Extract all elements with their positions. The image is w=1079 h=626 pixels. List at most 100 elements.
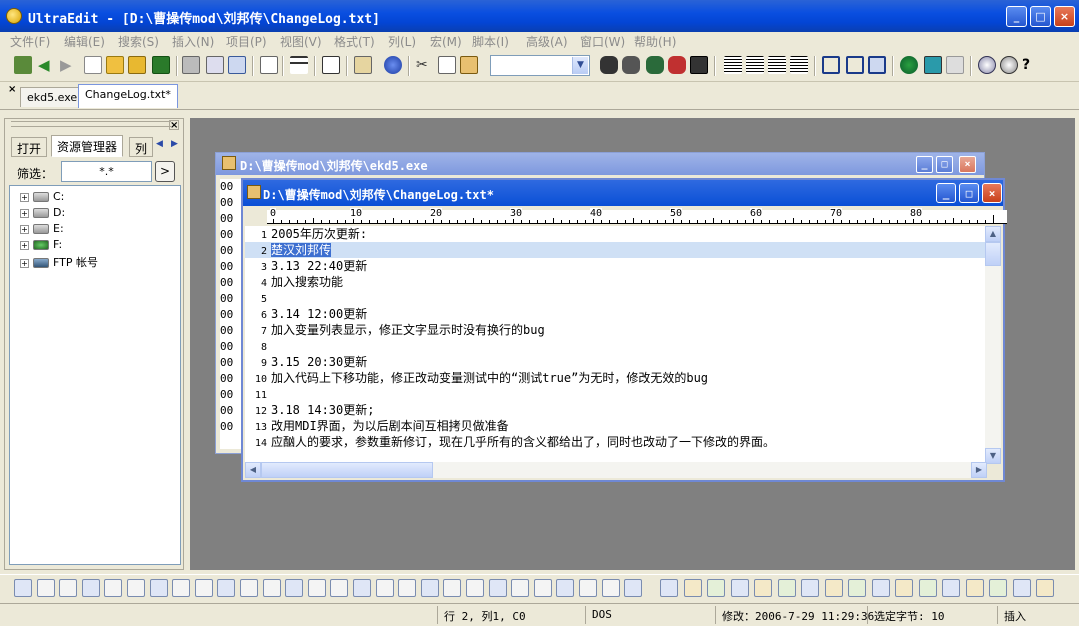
word-wrap-icon[interactable]	[290, 56, 308, 74]
text-line[interactable]: 2 楚汉刘邦传	[245, 242, 985, 258]
copy-table-icon[interactable]	[683, 579, 702, 597]
validate-icon[interactable]	[707, 579, 725, 597]
radio-icon[interactable]	[466, 579, 484, 597]
export-icon[interactable]	[228, 56, 246, 74]
clock-icon[interactable]	[754, 579, 772, 597]
menu-edit[interactable]: 编辑(E)	[64, 33, 105, 50]
text-line[interactable]: 8	[245, 338, 985, 354]
textarea-icon[interactable]	[375, 579, 394, 597]
help-search-icon[interactable]	[1000, 56, 1018, 74]
sync-icon[interactable]	[1012, 579, 1031, 597]
new-file-icon[interactable]	[84, 56, 102, 74]
child-minimize-button[interactable]: _	[936, 183, 956, 203]
heading2-icon[interactable]	[240, 579, 258, 597]
numbered-list-icon[interactable]	[149, 579, 168, 597]
scroll-thumb[interactable]	[985, 242, 1001, 266]
child-close-button[interactable]: ×	[982, 183, 1002, 203]
spell-icon[interactable]	[801, 579, 819, 597]
clipboard-selector[interactable]: ▼	[490, 55, 590, 76]
forward-icon[interactable]: ▶	[60, 56, 78, 74]
tab-changelog[interactable]: ChangeLog.txt*	[78, 84, 178, 108]
tools-icon[interactable]	[777, 579, 796, 597]
menu-window[interactable]: 窗口(W)	[580, 33, 625, 50]
tab-list[interactable]: 列	[129, 137, 154, 157]
open-folder-icon[interactable]	[106, 56, 124, 74]
wiki-icon[interactable]	[871, 579, 890, 597]
project-icon[interactable]	[14, 56, 32, 74]
tree-node-d[interactable]: + D:	[20, 206, 65, 222]
scroll-up-icon[interactable]: ▲	[985, 226, 1001, 242]
bullet-list-icon[interactable]	[127, 579, 145, 597]
tree-node-f[interactable]: + F:	[20, 238, 62, 254]
menu-script[interactable]: 脚本(I)	[472, 33, 509, 50]
text-line[interactable]: 13 改用MDI界面，为以后剧本间互相拷贝做准备	[245, 418, 985, 434]
menu-advanced[interactable]: 高级(A)	[526, 33, 568, 50]
checkbox-icon[interactable]	[443, 579, 462, 597]
child-maximize-button[interactable]: □	[959, 183, 979, 203]
menu-format[interactable]: 格式(T)	[334, 33, 375, 50]
menu-insert[interactable]: 插入(N)	[172, 33, 214, 50]
menu-file[interactable]: 文件(F)	[10, 33, 50, 50]
tab-ekd5[interactable]: ekd5.exe	[20, 87, 85, 107]
chevron-down-icon[interactable]: ▼	[572, 57, 588, 74]
menu-macro[interactable]: 宏(M)	[430, 33, 462, 50]
find-icon[interactable]	[600, 56, 618, 74]
button-icon[interactable]	[420, 579, 439, 597]
child-close-button[interactable]: ×	[959, 156, 976, 173]
form-icon[interactable]	[307, 579, 326, 597]
document-icon[interactable]	[260, 56, 278, 74]
maximize-button[interactable]: □	[1030, 6, 1051, 27]
replace-icon[interactable]	[646, 56, 664, 74]
align-center-icon[interactable]	[746, 56, 764, 74]
panel-close-icon[interactable]: ×	[169, 120, 179, 131]
expand-icon[interactable]: +	[20, 240, 29, 250]
select-icon[interactable]	[398, 579, 417, 597]
scroll-right-icon[interactable]: ▶	[971, 462, 987, 478]
copy-icon[interactable]	[438, 56, 456, 74]
html-preview-icon[interactable]	[14, 579, 32, 597]
input-icon[interactable]	[353, 579, 371, 597]
hex-mode-icon[interactable]	[322, 56, 340, 74]
goto-icon[interactable]	[690, 56, 708, 74]
text-line[interactable]: 11	[245, 386, 985, 402]
text-line[interactable]: 3 3.13 22:40更新	[245, 258, 985, 274]
email-icon[interactable]	[579, 579, 597, 597]
vertical-scrollbar[interactable]: ▲ ▼	[985, 226, 1001, 464]
context-help-icon[interactable]: ?	[1022, 56, 1040, 74]
minimize-button[interactable]: _	[1006, 6, 1027, 27]
about-icon[interactable]	[1036, 579, 1054, 597]
scroll-left-icon[interactable]: ◀	[245, 462, 261, 478]
cascade-icon[interactable]	[868, 56, 886, 74]
bold-icon[interactable]	[36, 579, 55, 597]
panel-grip[interactable]	[11, 121, 171, 127]
yahoo-icon[interactable]	[848, 579, 866, 597]
info-icon[interactable]	[978, 56, 996, 74]
rule-icon[interactable]	[330, 579, 349, 597]
close-tab-icon[interactable]: ×	[8, 84, 16, 95]
print-preview-icon[interactable]	[206, 56, 224, 74]
chart-icon[interactable]	[895, 579, 913, 597]
pencil-icon[interactable]	[194, 579, 213, 597]
ftp-icon[interactable]	[924, 56, 942, 74]
tree-node-e[interactable]: + E:	[20, 222, 64, 238]
tab-open[interactable]: 打开	[11, 137, 48, 157]
tv-icon[interactable]	[730, 579, 749, 597]
split-vertical-icon[interactable]	[846, 56, 864, 74]
find-next-icon[interactable]	[622, 56, 640, 74]
italic-icon[interactable]	[59, 579, 78, 597]
tree-node-ftp[interactable]: + FTP 帐号	[20, 254, 98, 270]
paste-icon[interactable]	[460, 56, 478, 74]
color-icon[interactable]	[601, 579, 620, 597]
scroll-down-icon[interactable]: ▼	[985, 448, 1001, 464]
underline-icon[interactable]	[81, 579, 100, 597]
grid-icon[interactable]	[660, 579, 678, 597]
web-icon[interactable]	[900, 56, 918, 74]
text-line[interactable]: 1 2005年历次更新:	[245, 226, 985, 242]
heading-icon[interactable]	[217, 579, 236, 597]
expand-icon[interactable]: +	[20, 192, 29, 202]
google-icon[interactable]	[824, 579, 843, 597]
text-line[interactable]: 14 应酗人的要求，参数重新修订，现在几乎所有的含义都给出了，同时也改动了一下修改…	[245, 434, 985, 450]
text-editor[interactable]: 1 2005年历次更新: 2 楚汉刘邦传 3 3.13 22:40更新 4 加入搜索功能 5 6 3…	[245, 226, 987, 464]
table-icon[interactable]	[488, 579, 507, 597]
child-window-changelog[interactable]: D:\曹操传mod\刘邦传\ChangeLog.txt* _ □ × 0 10 20…	[241, 178, 1007, 482]
